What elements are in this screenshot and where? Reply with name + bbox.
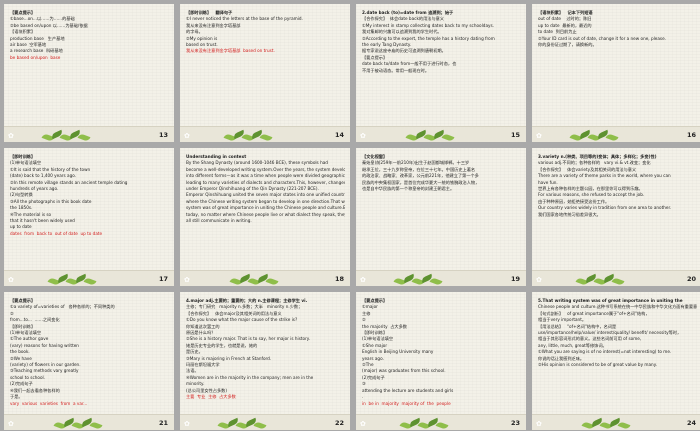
- slide-star-icon: ✿: [360, 276, 366, 284]
- slide-star-icon: ✿: [8, 276, 14, 284]
- slide-text-line: 也是自中华民族的第一个称皇帝的封建王朝君主。: [362, 186, 455, 192]
- slide-thumbnail-16[interactable]: 【语块积累】 记本下列短语 out of date 过时的；陈旧 up to dat…: [532, 4, 700, 142]
- leaf-decoration-icon: [47, 273, 100, 286]
- slide-thumbnail-18[interactable]: Understanding in context By the Shang Dyn…: [180, 148, 350, 286]
- leaf-decoration-icon: [581, 417, 634, 430]
- leaf-decoration-icon: [217, 417, 270, 430]
- slide-answer-text: in be in majority majority of the people: [362, 400, 451, 406]
- slide-text-line: 不用于被动语态。常用一般现在时。: [362, 67, 430, 73]
- leaf-decoration-icon: [223, 129, 276, 142]
- slide-number: 20: [686, 275, 696, 283]
- slide-content: 5.That writing system was of great impor…: [538, 298, 697, 412]
- slide-content: 2.date back (to)=date from 追溯到；始于 【合作探究】 …: [362, 10, 521, 124]
- slide-star-icon: ✿: [184, 276, 190, 284]
- slide-star-icon: ✿: [184, 132, 190, 140]
- slide-number: 23: [510, 419, 520, 427]
- slide-text-line: 我们国家各地传统习俗差异很大。: [538, 211, 601, 217]
- leaf-decoration-icon: [399, 417, 452, 430]
- slide-thumbnail-24[interactable]: 5.That writing system was of great impor…: [532, 292, 700, 430]
- slide-text-line: Chinese people and culture.这种书写系统在统一中华民族…: [538, 304, 697, 310]
- slide-answer-text: dates from back to out of date up to dat…: [10, 230, 103, 236]
- slide-text-line: system was of great importance in unitin…: [186, 205, 345, 211]
- slide-text-line: all still communicate in writing.: [186, 218, 252, 224]
- leaf-decoration-icon: [53, 417, 106, 430]
- slide-content: 【即时训练】 (1)单句语法填空 ①It is said that the hist…: [10, 154, 169, 268]
- slide-answer-text: 我从来没有注意到金字塔基部 based on trust.: [186, 48, 275, 54]
- slide-star-icon: ✿: [8, 132, 14, 140]
- slide-text-line: ②His opinion is considered to be of grea…: [538, 362, 657, 368]
- leaf-decoration-icon: [405, 129, 458, 142]
- leaf-decoration-icon: [569, 129, 622, 142]
- slide-star-icon: ✿: [8, 420, 14, 428]
- leaf-decoration-icon: [393, 273, 446, 286]
- leaf-decoration-icon: [41, 129, 94, 142]
- slide-thumbnail-15[interactable]: 2.date back (to)=date from 追溯到；始于 【合作探究】 …: [356, 4, 526, 142]
- slide-number: 16: [686, 131, 696, 139]
- slide-content: 【要点提示】 ①a variety of=varieties of 各种各样的；不…: [10, 298, 169, 412]
- slide-answer-text: vary various varieties from a var...: [10, 400, 88, 406]
- slide-text-line: into different forms—as it was a time wh…: [186, 173, 345, 179]
- slide-thumbnail-23[interactable]: 【要点提示】 ①major 主修 ② the majority 占大多数 【即时训练】 (1…: [356, 292, 526, 430]
- slide-answer-text: 主要 专业 主修 占大多数: [186, 394, 236, 400]
- slide-number: 24: [686, 419, 696, 427]
- slide-star-icon: ✿: [536, 276, 542, 284]
- slide-text-line: By the Shang Dynasty (around 1600-1046 B…: [186, 160, 328, 166]
- slide-thumbnail-13[interactable]: 【要点提示】 ①base...on...以……为……的基础 ②be based on…: [4, 4, 174, 142]
- slide-text-line: 你的身份证过期了，请换新的。: [538, 42, 597, 48]
- slide-number: 14: [334, 131, 344, 139]
- slide-content: 【即时训练】 翻译句子 ①I never noticed the letters …: [186, 10, 345, 124]
- slide-text-line: Emperor Qinshihuang united the seven maj…: [186, 192, 345, 198]
- slide-grid: 【要点提示】 ①base...on...以……为……的基础 ②be based on…: [0, 0, 700, 431]
- slide-content: 【要点提示】 ①base...on...以……为……的基础 ②be based on…: [10, 10, 169, 124]
- slide-thumbnail-22[interactable]: 4.major adj.主要的；重要的；大的 n.主修课程；主修学生 vi. 主修…: [180, 292, 350, 430]
- slide-thumbnail-21[interactable]: 【要点提示】 ①a variety of=varieties of 各种各样的；不…: [4, 292, 174, 430]
- slide-number: 15: [510, 131, 520, 139]
- slide-content: 3.variety n.(种类、项目等的)变体；具体；多样化；多变(性) vari…: [538, 154, 697, 268]
- slide-star-icon: ✿: [536, 132, 542, 140]
- slide-content: 【文化视窗】 秦始皇(前259年—前210年)出生于赵国都城邯郸。十三岁 继承王位，…: [362, 154, 521, 268]
- leaf-decoration-icon: [575, 273, 628, 286]
- slide-thumbnail-20[interactable]: 3.variety n.(种类、项目等的)变体；具体；多样化；多变(性) vari…: [532, 148, 700, 286]
- leaf-decoration-icon: [229, 273, 282, 286]
- slide-content: 【要点提示】 ①major 主修 ② the majority 占大多数 【即时训练】 (1…: [362, 298, 521, 412]
- slide-answer-text: be based on/upon base: [10, 54, 61, 60]
- slide-number: 13: [158, 131, 168, 139]
- slide-content: 4.major adj.主要的；重要的；大的 n.主修课程；主修学生 vi. 主修…: [186, 298, 345, 412]
- slide-thumbnail-17[interactable]: 【即时训练】 (1)单句语法填空 ①It is said that the hist…: [4, 148, 174, 286]
- slide-thumbnail-19[interactable]: 【文化视窗】 秦始皇(前259年—前210年)出生于赵国都城邯郸。十三岁 继承王位，…: [356, 148, 526, 286]
- slide-number: 18: [334, 275, 344, 283]
- slide-star-icon: ✿: [536, 420, 542, 428]
- slide-number: 21: [158, 419, 168, 427]
- slide-star-icon: ✿: [360, 420, 366, 428]
- slide-star-icon: ✿: [360, 132, 366, 140]
- slide-number: 17: [158, 275, 168, 283]
- slide-content: Understanding in context By the Shang Dyn…: [186, 154, 345, 268]
- slide-star-icon: ✿: [184, 420, 190, 428]
- slide-number: 22: [334, 419, 344, 427]
- slide-content: 【语块积累】 记本下列短语 out of date 过时的；陈旧 up to dat…: [538, 10, 697, 124]
- slide-thumbnail-14[interactable]: 【即时训练】 翻译句子 ①I never noticed the letters …: [180, 4, 350, 142]
- slide-number: 19: [510, 275, 520, 283]
